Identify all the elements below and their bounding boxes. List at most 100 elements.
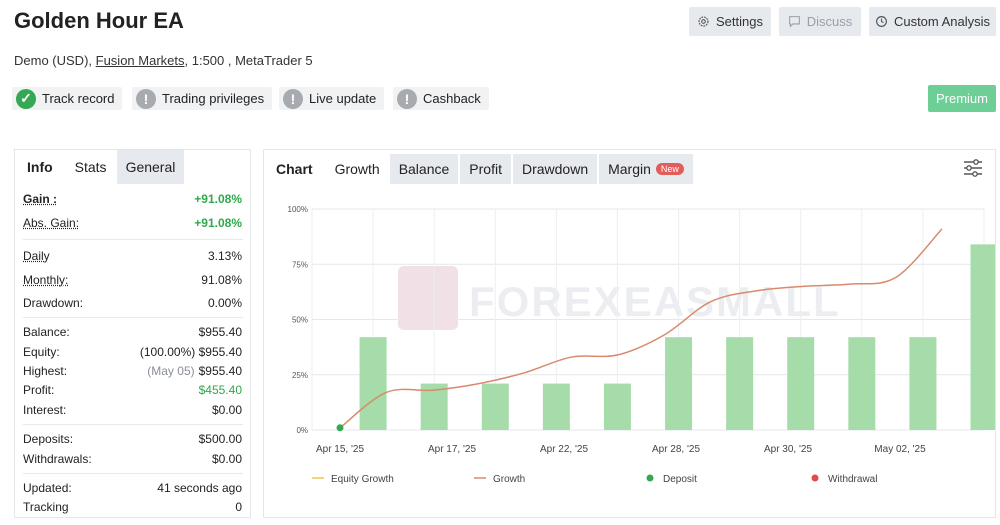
- account-info: Demo (USD), Fusion Markets, 1:500 , Meta…: [14, 53, 313, 68]
- stat-deposits: Deposits: $500.00: [23, 430, 242, 448]
- chart-bar: [665, 337, 693, 430]
- stat-label: Interest:: [23, 403, 67, 417]
- gear-icon: [698, 16, 709, 27]
- stat-withdrawals: Withdrawals: $0.00: [23, 450, 242, 468]
- divider: [23, 473, 243, 474]
- stat-tracking: Tracking 0: [23, 498, 242, 516]
- y-tick-label: 100%: [288, 205, 308, 214]
- legend-dot: [811, 474, 819, 482]
- tab-drawdown[interactable]: Drawdown: [512, 154, 598, 184]
- chart-panel: Chart Growth Balance Profit Drawdown Mar…: [263, 149, 996, 518]
- tab-general[interactable]: General: [116, 150, 185, 184]
- tab-margin-label: Margin: [608, 161, 651, 177]
- chart-tabs: Chart Growth Balance Profit Drawdown Mar…: [264, 154, 693, 184]
- leverage-platform: , 1:500 , MetaTrader 5: [184, 53, 313, 68]
- stat-value: $500.00: [198, 432, 242, 446]
- x-tick-label: Apr 30, '25: [764, 444, 812, 455]
- stat-daily: Daily 3.13%: [23, 247, 242, 265]
- settings-button[interactable]: Settings: [689, 7, 771, 36]
- exclamation-icon: !: [283, 88, 303, 109]
- premium-button[interactable]: Premium: [928, 85, 996, 112]
- stat-value: 91.08%: [201, 273, 242, 287]
- badge-trading-privileges[interactable]: ! Trading privileges: [132, 87, 273, 110]
- x-tick-label: May 02, '25: [874, 444, 926, 455]
- stat-label: Profit:: [23, 383, 55, 397]
- check-icon: ✓: [16, 88, 36, 109]
- new-badge: New: [655, 163, 684, 175]
- stat-balance: Balance: $955.40: [23, 323, 242, 341]
- legend-dot: [646, 474, 654, 482]
- chart-bar: [909, 337, 937, 430]
- growth-chart: FOREXEASMALL 0% 25% 50% 75% 100% Apr 15, '25…: [288, 205, 995, 485]
- watermark-text: FOREXEASMALL: [469, 278, 841, 325]
- stat-label: Daily: [23, 249, 50, 263]
- stat-label: Drawdown:: [23, 296, 84, 310]
- tab-chart[interactable]: Chart: [264, 154, 325, 184]
- tab-info[interactable]: Info: [15, 150, 65, 184]
- chart-bar: [542, 383, 570, 430]
- x-tick-label: Apr 17, '25: [428, 444, 476, 455]
- stat-equity: Equity: (100.00%) $955.40: [23, 343, 242, 361]
- stat-label: Gain :: [23, 192, 58, 206]
- y-tick-label: 50%: [292, 316, 308, 325]
- tab-stats[interactable]: Stats: [65, 150, 117, 184]
- chart-bar: [359, 337, 387, 430]
- tab-margin[interactable]: Margin New: [599, 154, 693, 184]
- stat-value: $455.40: [198, 383, 242, 397]
- chart-bar: [481, 383, 509, 430]
- chart-bar: [603, 383, 631, 430]
- x-tick-label: Apr 22, '25: [540, 444, 588, 455]
- tab-profit[interactable]: Profit: [460, 154, 511, 184]
- filter-settings-icon[interactable]: [963, 159, 983, 177]
- divider: [23, 424, 243, 425]
- stat-label: Tracking: [23, 500, 69, 514]
- discuss-button[interactable]: Discuss: [779, 7, 861, 36]
- stat-gain: Gain : +91.08%: [23, 190, 242, 208]
- x-tick-label: Apr 28, '25: [652, 444, 700, 455]
- stats-tabs: Info Stats General: [15, 150, 185, 184]
- y-tick-label: 25%: [292, 371, 308, 380]
- stat-interest: Interest: $0.00: [23, 401, 242, 419]
- legend-label: Growth: [493, 474, 525, 485]
- stat-abs-gain: Abs. Gain: +91.08%: [23, 214, 242, 232]
- stat-label: Monthly:: [23, 273, 69, 287]
- legend-label: Withdrawal: [828, 474, 877, 485]
- stat-label: Highest:: [23, 364, 68, 378]
- account-type: Demo (USD),: [14, 53, 93, 68]
- exclamation-icon: !: [136, 88, 156, 109]
- stat-monthly: Monthly: 91.08%: [23, 271, 242, 289]
- badge-cashback[interactable]: ! Cashback: [393, 87, 489, 110]
- stat-updated: Updated: 41 seconds ago: [23, 479, 242, 497]
- highest-date: (May 05): [147, 364, 195, 378]
- stat-profit: Profit: $455.40: [23, 381, 242, 399]
- stat-value: 0.00%: [207, 296, 242, 310]
- stat-label: Equity:: [23, 345, 60, 359]
- deposit-point: [336, 424, 344, 432]
- chart-bar: [726, 337, 754, 430]
- stat-value: 41 seconds ago: [157, 481, 242, 495]
- stat-label: Balance:: [23, 325, 70, 339]
- broker-link[interactable]: Fusion Markets: [96, 53, 185, 68]
- tab-balance[interactable]: Balance: [389, 154, 459, 184]
- x-tick-label: Apr 15, '25: [316, 444, 364, 455]
- stat-value: $955.40: [198, 364, 242, 378]
- settings-label: Settings: [716, 14, 763, 29]
- stat-value: $955.40: [198, 325, 242, 339]
- divider: [23, 317, 243, 318]
- badge-label: Track record: [42, 91, 115, 106]
- divider: [23, 239, 243, 240]
- custom-analysis-button[interactable]: Custom Analysis: [869, 7, 996, 36]
- badge-label: Live update: [309, 91, 377, 106]
- chart-bar: [848, 337, 876, 430]
- stat-drawdown: Drawdown: 0.00%: [23, 294, 242, 312]
- stat-label: Abs. Gain:: [23, 216, 80, 230]
- badge-track-record[interactable]: ✓ Track record: [12, 87, 123, 110]
- stat-label: Deposits:: [23, 432, 74, 446]
- tab-growth[interactable]: Growth: [325, 154, 390, 184]
- badge-live-update[interactable]: ! Live update: [279, 87, 385, 110]
- equity-percent: (100.00%): [139, 345, 196, 359]
- badge-label: Trading privileges: [162, 91, 265, 106]
- stat-value: $0.00: [211, 403, 242, 417]
- clock-icon: [876, 16, 887, 27]
- stat-value: 3.13%: [207, 249, 242, 263]
